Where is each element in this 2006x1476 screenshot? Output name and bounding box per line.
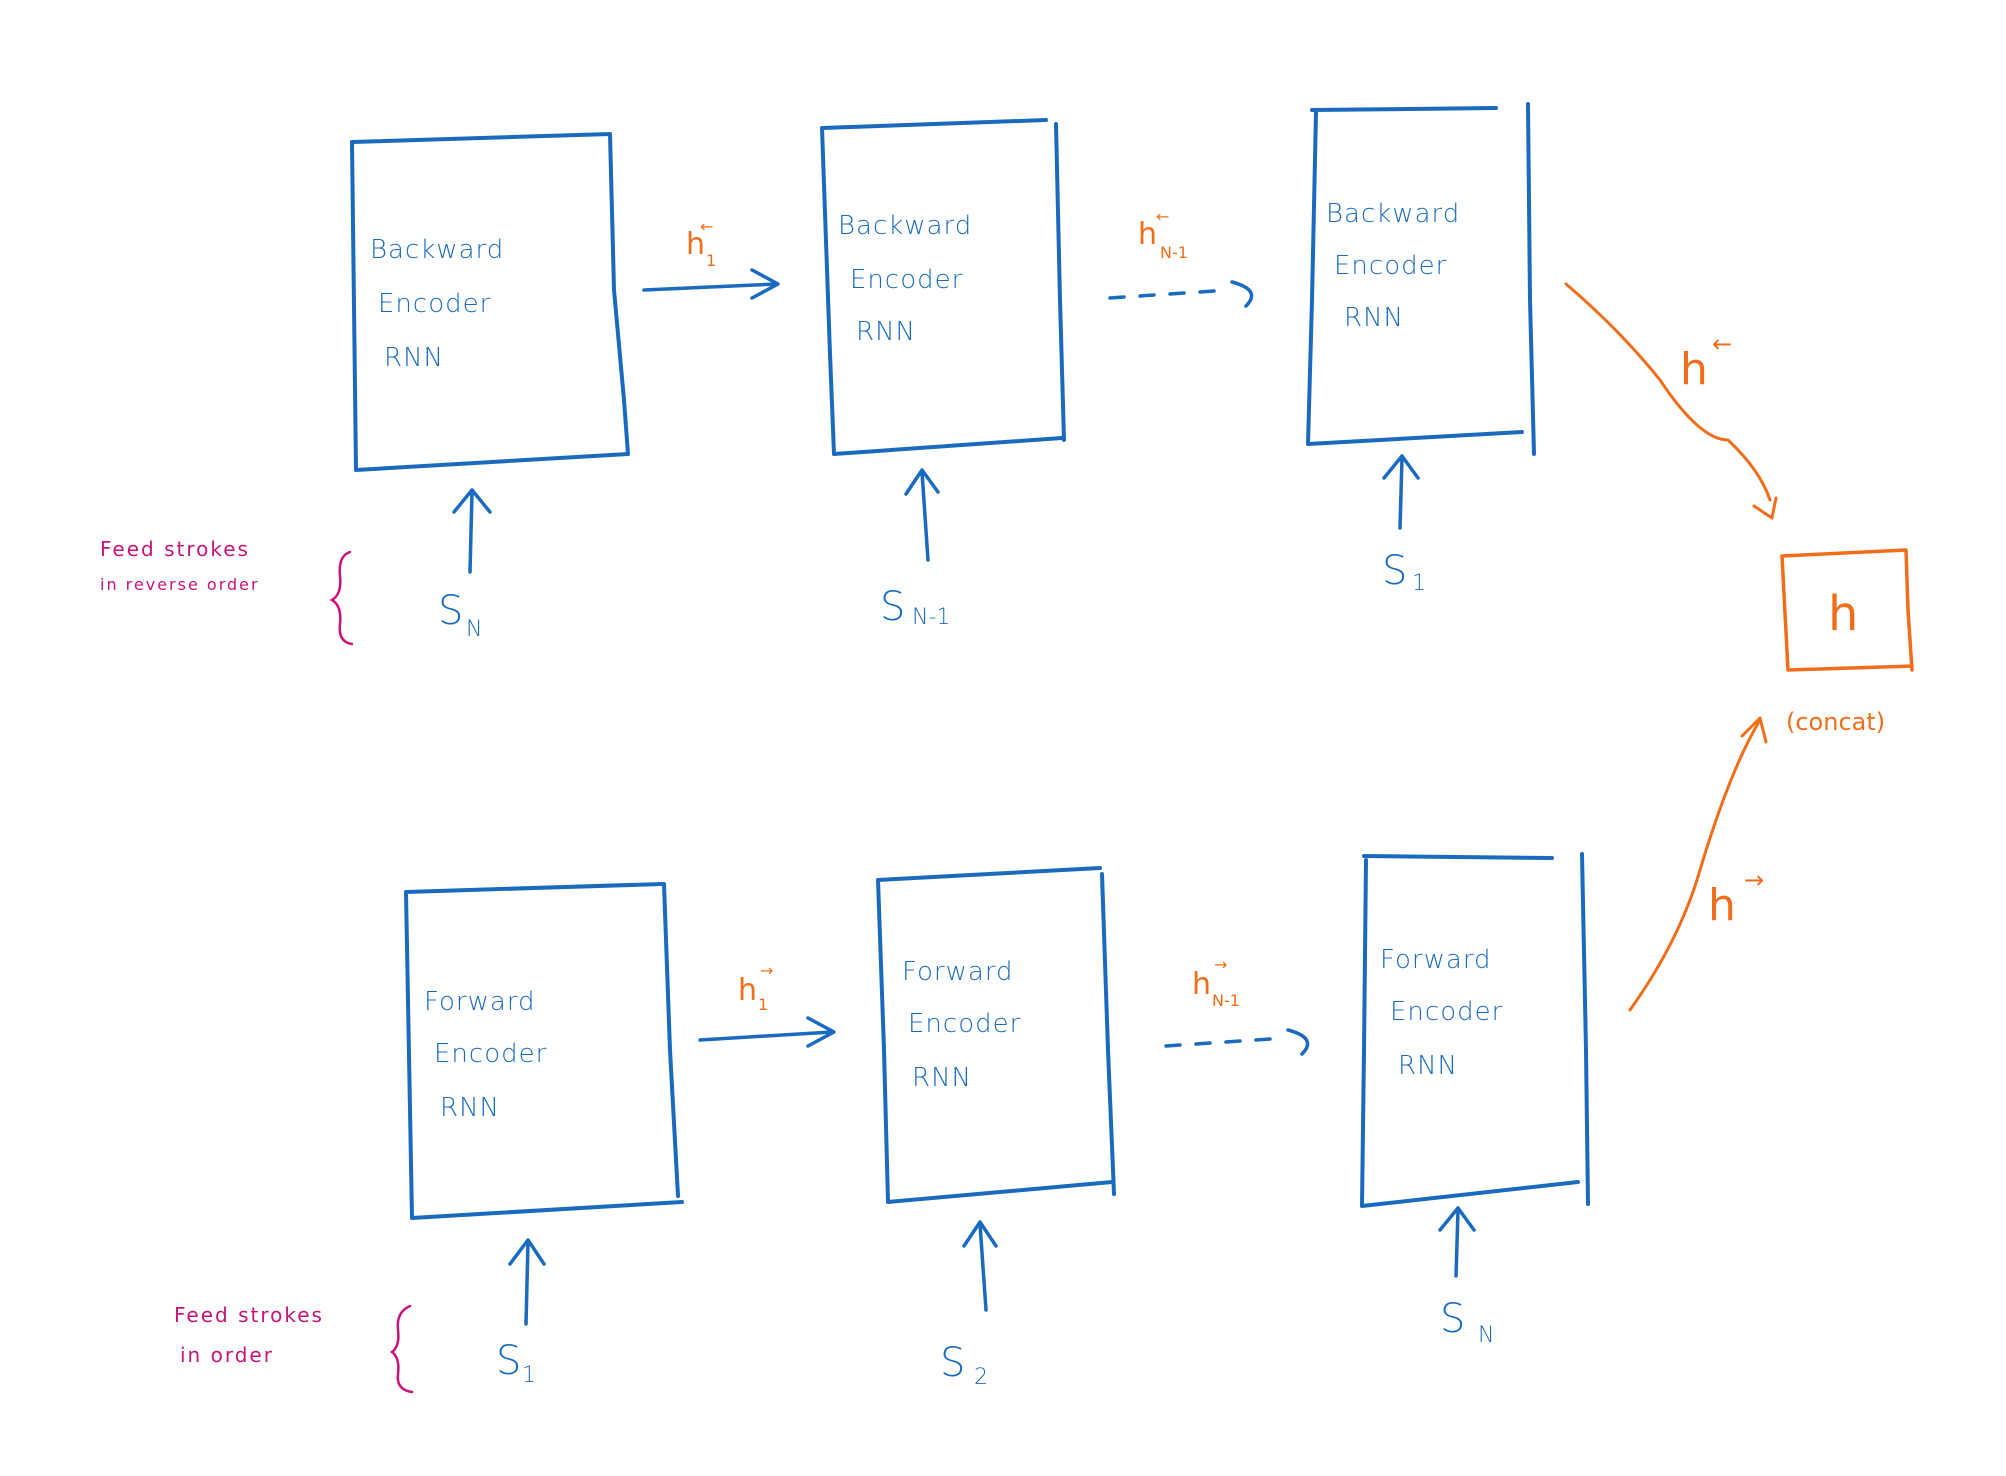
backward-input-1: S N [438, 488, 492, 642]
backward-input-2: S N-1 [880, 468, 950, 630]
hidden-label-backward-h1: h 1 ← [686, 217, 716, 270]
hidden-label-forward-hN-1: h N-1 → [1192, 955, 1240, 1010]
svg-text:1: 1 [522, 1363, 536, 1388]
output-caption: (concat) [1786, 708, 1885, 736]
backward-encoder-1: Backward Encoder RNN [350, 132, 630, 472]
forward-encoder-3: Forward Encoder RNN [1360, 852, 1590, 1208]
brace-icon [329, 550, 354, 646]
hidden-label-forward-final: h → [1708, 866, 1764, 931]
encoder-label-line1: Forward [902, 957, 1014, 987]
encoder-label-line2: Encoder [908, 1009, 1021, 1039]
diagram-canvas: Backward Encoder RNN Backward Encoder RN… [100, 102, 1914, 1394]
encoder-label-line3: RNN [440, 1093, 500, 1123]
note-backward: Feed strokes in reverse order [100, 537, 354, 646]
svg-text:Feed strokes: Feed strokes [174, 1303, 324, 1327]
forward-final-arrow [1628, 716, 1768, 1012]
svg-text:S: S [1382, 548, 1407, 594]
svg-text:S: S [940, 1340, 965, 1386]
forward-encoder-2: Forward Encoder RNN [876, 866, 1116, 1204]
svg-text:h: h [1708, 880, 1736, 931]
encoder-label-line3: RNN [912, 1063, 972, 1093]
svg-text:N-1: N-1 [912, 605, 950, 630]
backward-final-arrow [1564, 282, 1778, 520]
svg-text:in order: in order [180, 1343, 274, 1367]
svg-text:h: h [738, 973, 757, 1008]
svg-text:h: h [1680, 344, 1708, 395]
svg-text:S: S [880, 584, 905, 630]
forward-input-1: S 1 [496, 1238, 546, 1388]
forward-encoder-1: Forward Encoder RNN [404, 882, 684, 1220]
encoder-label-line3: RNN [384, 343, 444, 373]
encoder-label-line1: Backward [838, 211, 972, 241]
backward-arrow-1-2 [642, 268, 780, 300]
note-forward: Feed strokes in order [174, 1303, 414, 1394]
encoder-label-line2: Encoder [850, 265, 963, 295]
encoder-label-line1: Forward [1380, 945, 1492, 975]
hidden-label-backward-final: h ← [1680, 330, 1732, 395]
svg-text:S: S [496, 1338, 521, 1384]
svg-text:h: h [1192, 967, 1211, 1002]
svg-text:N: N [466, 617, 482, 642]
backward-arrow-2-3-dashed [1108, 280, 1254, 308]
right-arrow-accent-icon: → [1214, 955, 1227, 974]
forward-input-3: S N [1438, 1206, 1494, 1348]
encoder-label-line2: Encoder [1334, 251, 1447, 281]
encoder-label-line2: Encoder [434, 1039, 547, 1069]
forward-arrow-2-3-dashed [1164, 1028, 1310, 1056]
svg-text:in reverse order: in reverse order [100, 575, 260, 594]
svg-text:S: S [1440, 1296, 1465, 1342]
encoder-label-line2: Encoder [1390, 997, 1503, 1027]
left-arrow-accent-icon: ← [700, 217, 713, 236]
encoder-label-line1: Backward [1326, 199, 1460, 229]
left-arrow-accent-icon: ← [1712, 330, 1732, 358]
encoder-label-line1: Backward [370, 235, 504, 265]
svg-text:N-1: N-1 [1160, 243, 1188, 262]
left-arrow-accent-icon: ← [1156, 207, 1169, 226]
encoder-label-line3: RNN [1344, 303, 1404, 333]
backward-input-3: S 1 [1382, 454, 1426, 596]
svg-text:N: N [1478, 1323, 1494, 1348]
encoder-label-line3: RNN [1398, 1051, 1458, 1081]
output-h-box: h [1780, 548, 1914, 672]
svg-text:1: 1 [1412, 571, 1426, 596]
svg-text:h: h [1138, 217, 1157, 252]
right-arrow-accent-icon: → [760, 961, 773, 980]
hidden-label-backward-hN-1: h N-1 ← [1138, 207, 1188, 262]
svg-text:1: 1 [758, 995, 768, 1014]
forward-input-2: S 2 [940, 1220, 998, 1390]
encoder-label-line2: Encoder [378, 289, 491, 319]
backward-encoder-2: Backward Encoder RNN [820, 118, 1066, 456]
output-label: h [1828, 586, 1858, 642]
svg-text:1: 1 [706, 251, 716, 270]
forward-arrow-1-2 [698, 1016, 836, 1048]
svg-text:Feed strokes: Feed strokes [100, 537, 250, 561]
encoder-label-line1: Forward [424, 987, 536, 1017]
backward-encoder-3: Backward Encoder RNN [1306, 102, 1536, 456]
svg-text:N-1: N-1 [1212, 991, 1240, 1010]
encoder-label-line3: RNN [856, 317, 916, 347]
right-arrow-accent-icon: → [1744, 866, 1764, 894]
svg-text:2: 2 [974, 1365, 988, 1390]
brace-icon [389, 1304, 414, 1394]
svg-text:S: S [438, 588, 463, 634]
hidden-label-forward-h1: h 1 → [738, 961, 773, 1014]
